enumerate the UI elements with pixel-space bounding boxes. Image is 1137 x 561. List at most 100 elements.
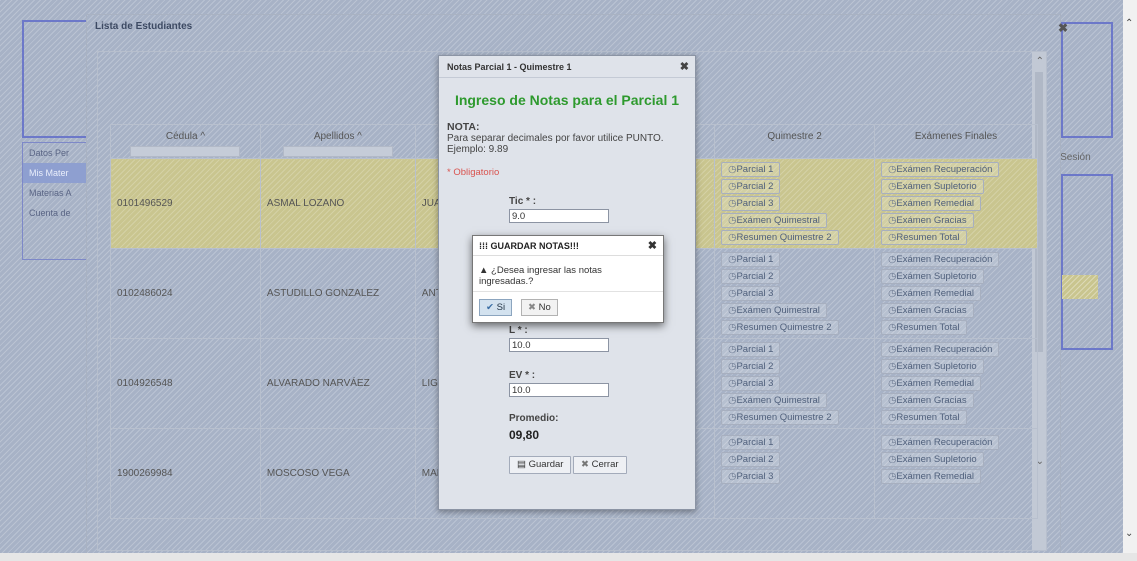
- ev-field: EV * :: [509, 370, 609, 397]
- modal-heading: Ingreso de Notas para el Parcial 1: [454, 92, 680, 108]
- resumen-total-link[interactable]: Resumen Total: [881, 320, 967, 335]
- finales-cell: Exámen Recuperación Exámen Supletorio Ex…: [874, 338, 1038, 429]
- confirm-dialog: ⁞⁞⁞ GUARDAR NOTAS!!! ✖ ▲ ¿Desea ingresar…: [472, 235, 664, 323]
- bg-panel-right: [1061, 174, 1113, 350]
- resumen-total-link[interactable]: Resumen Total: [881, 410, 967, 425]
- column-header[interactable]: Apellidos ^: [259, 124, 416, 159]
- examen-gracias-link[interactable]: Exámen Gracias: [881, 303, 974, 318]
- parcial1-link[interactable]: Parcial 1: [721, 342, 781, 357]
- close-icon[interactable]: ✖: [1058, 21, 1068, 35]
- column-header[interactable]: Cédula ^: [110, 124, 261, 159]
- quimestre2-cell: Parcial 1 Parcial 2 Parcial 3 Exámen Qui…: [714, 248, 876, 339]
- window-title: Lista de Estudiantes: [95, 21, 193, 32]
- bg-right-highlight: [1062, 275, 1098, 299]
- examen-supletorio-link[interactable]: Exámen Supletorio: [881, 179, 984, 194]
- quimestre2-cell: Parcial 1 Parcial 2 Parcial 3: [714, 428, 876, 519]
- l-input[interactable]: [509, 338, 609, 352]
- parcial3-link[interactable]: Parcial 3: [721, 469, 781, 484]
- resumen-quimestre2-link[interactable]: Resumen Quimestre 2: [721, 230, 839, 245]
- resumen-quimestre2-link[interactable]: Resumen Quimestre 2: [721, 410, 839, 425]
- parcial2-link[interactable]: Parcial 2: [721, 452, 781, 467]
- parcial3-link[interactable]: Parcial 3: [721, 376, 781, 391]
- guardar-button[interactable]: ▤ Guardar: [509, 456, 572, 474]
- close-icon[interactable]: ✖: [680, 60, 689, 73]
- examen-recuperacion-link[interactable]: Exámen Recuperación: [881, 435, 1000, 450]
- sidebar-item[interactable]: Cuenta de: [23, 203, 87, 223]
- sidebar-item[interactable]: Datos Per: [23, 143, 87, 163]
- parcial1-link[interactable]: Parcial 1: [721, 162, 781, 177]
- modal-title: Notas Parcial 1 - Quimestre 1: [439, 56, 695, 78]
- dialog-message: ▲ ¿Desea ingresar las notas ingresadas.?: [473, 256, 663, 292]
- cerrar-button[interactable]: ✖ Cerrar: [573, 456, 627, 474]
- examen-recuperacion-link[interactable]: Exámen Recuperación: [881, 252, 1000, 267]
- close-icon[interactable]: ✖: [648, 239, 657, 252]
- promedio-label: Promedio:: [509, 413, 559, 424]
- finales-cell: Exámen Recuperación Exámen Supletorio Ex…: [874, 428, 1038, 519]
- parcial2-link[interactable]: Parcial 2: [721, 359, 781, 374]
- warning-icon: ▲: [479, 265, 489, 276]
- save-icon: ▤: [517, 459, 526, 470]
- resumen-quimestre2-link[interactable]: Resumen Quimestre 2: [721, 320, 839, 335]
- nota-label: NOTA:: [447, 121, 480, 133]
- bg-sidebar: Datos Per Mis Mater Materias A Cuenta de: [22, 142, 88, 260]
- examen-remedial-link[interactable]: Exámen Remedial: [881, 196, 981, 211]
- check-icon: ✔: [486, 302, 494, 313]
- column-header: Exámenes Finales: [874, 124, 1038, 159]
- examen-recuperacion-link[interactable]: Exámen Recuperación: [881, 162, 1000, 177]
- apellidos-cell: ALVARADO NARVÁEZ: [259, 338, 416, 429]
- examen-recuperacion-link[interactable]: Exámen Recuperación: [881, 342, 1000, 357]
- quimestre2-cell: Parcial 1 Parcial 2 Parcial 3 Exámen Qui…: [714, 158, 876, 249]
- no-button[interactable]: ✖ No: [521, 299, 558, 316]
- tic-input[interactable]: [509, 209, 609, 223]
- l-field: L * :: [509, 325, 609, 352]
- yes-button[interactable]: ✔ Si: [479, 299, 513, 316]
- chevron-up-icon[interactable]: ⌃: [1125, 18, 1133, 29]
- examen-remedial-link[interactable]: Exámen Remedial: [881, 286, 981, 301]
- chevron-down-icon[interactable]: ⌄: [1125, 528, 1133, 539]
- parcial3-link[interactable]: Parcial 3: [721, 286, 781, 301]
- parcial1-link[interactable]: Parcial 1: [721, 252, 781, 267]
- examen-supletorio-link[interactable]: Exámen Supletorio: [881, 269, 984, 284]
- bg-header-left: [22, 20, 90, 138]
- dialog-title: ⁞⁞⁞ GUARDAR NOTAS!!!: [473, 236, 663, 256]
- filter-input[interactable]: [130, 146, 241, 157]
- nota-info: NOTA: Para separar decimales por favor u…: [439, 108, 695, 156]
- examen-supletorio-link[interactable]: Exámen Supletorio: [881, 452, 984, 467]
- examen-quimestral-link[interactable]: Exámen Quimestral: [721, 213, 827, 228]
- finales-cell: Exámen Recuperación Exámen Supletorio Ex…: [874, 158, 1038, 249]
- column-header: Quimestre 2: [714, 124, 876, 159]
- drag-handle-icon[interactable]: ⁞⁞⁞: [479, 241, 491, 251]
- examen-quimestral-link[interactable]: Exámen Quimestral: [721, 393, 827, 408]
- l-label: L * :: [509, 325, 528, 336]
- cedula-cell: 0102486024: [110, 248, 261, 339]
- parcial1-link[interactable]: Parcial 1: [721, 435, 781, 450]
- nota-text: Para separar decimales por favor utilice…: [447, 133, 664, 155]
- apellidos-cell: ASTUDILLO GONZALEZ: [259, 248, 416, 339]
- examen-remedial-link[interactable]: Exámen Remedial: [881, 376, 981, 391]
- finales-cell: Exámen Recuperación Exámen Supletorio Ex…: [874, 248, 1038, 339]
- examen-quimestral-link[interactable]: Exámen Quimestral: [721, 303, 827, 318]
- required-note: * Obligatorio: [447, 167, 500, 178]
- examen-gracias-link[interactable]: Exámen Gracias: [881, 213, 974, 228]
- cedula-cell: 0104926548: [110, 338, 261, 429]
- filter-input[interactable]: [282, 146, 393, 157]
- apellidos-cell: ASMAL LOZANO: [259, 158, 416, 249]
- parcial2-link[interactable]: Parcial 2: [721, 269, 781, 284]
- sidebar-item[interactable]: Mis Mater: [23, 163, 87, 183]
- resumen-total-link[interactable]: Resumen Total: [881, 230, 967, 245]
- examen-gracias-link[interactable]: Exámen Gracias: [881, 393, 974, 408]
- parcial3-link[interactable]: Parcial 3: [721, 196, 781, 211]
- ev-label: EV * :: [509, 370, 536, 381]
- page-scrollbar[interactable]: ⌃ ⌄: [1123, 0, 1137, 561]
- ev-input[interactable]: [509, 383, 609, 397]
- examen-supletorio-link[interactable]: Exámen Supletorio: [881, 359, 984, 374]
- close-x-icon: ✖: [581, 459, 589, 470]
- tic-field: Tic * :: [509, 196, 609, 223]
- cedula-cell: 1900269984: [110, 428, 261, 519]
- examen-remedial-link[interactable]: Exámen Remedial: [881, 469, 981, 484]
- sidebar-item[interactable]: Materias A: [23, 183, 87, 203]
- horizontal-scrollbar[interactable]: [0, 553, 1137, 561]
- chevron-up-icon[interactable]: ⌃: [1036, 56, 1044, 67]
- tic-label: Tic * :: [509, 196, 537, 207]
- parcial2-link[interactable]: Parcial 2: [721, 179, 781, 194]
